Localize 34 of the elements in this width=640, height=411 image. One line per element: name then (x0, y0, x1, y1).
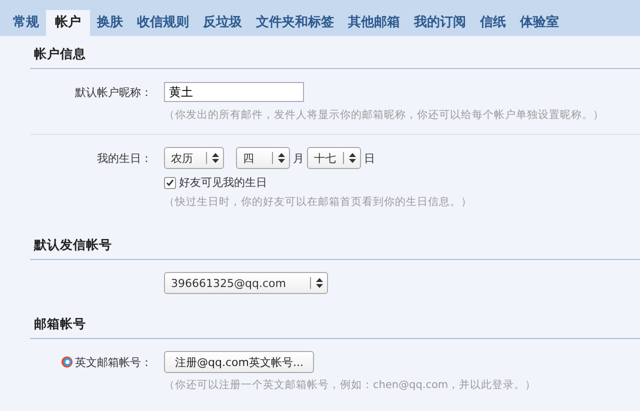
settings-tab[interactable]: 信纸 (473, 10, 513, 36)
section-heading: 默认发信帐号 (30, 233, 640, 260)
calendar-select[interactable]: 农历 (164, 147, 224, 169)
settings-tab[interactable]: 换肤 (90, 10, 130, 36)
updown-icon (278, 153, 285, 163)
unit-text: 日 (364, 150, 375, 166)
hint-text: （快过生日时，你的好友可以在邮箱首页看到你的生日信息。） (164, 195, 472, 209)
field-label: 英文邮箱帐号： (75, 354, 152, 370)
sender-select[interactable]: 396661325@qq.com (164, 272, 328, 294)
hint-text: （你发出的所有邮件，发件人将显示你的邮箱昵称，你还可以给每个帐户单独设置昵称。） (164, 108, 604, 122)
qq-icon (61, 356, 73, 368)
updown-icon (316, 278, 323, 288)
updown-icon (349, 153, 356, 163)
hint-text: （你还可以注册一个英文邮箱帐号，例如：chen@qq.com，并以此登录。） (164, 378, 536, 392)
register-button[interactable]: 注册@qq.com英文帐号... (164, 351, 314, 373)
day-select[interactable]: 十七 (307, 147, 361, 169)
settings-tab[interactable]: 体验室 (513, 10, 566, 36)
unit-text: 月 (293, 150, 304, 166)
section-heading: 邮箱帐号 (30, 312, 640, 339)
settings-tab[interactable]: 我的订阅 (407, 10, 473, 36)
month-select[interactable]: 四 (236, 147, 290, 169)
checkbox-label: 好友可见我的生日 (179, 175, 267, 190)
settings-tab[interactable]: 反垃圾 (196, 10, 249, 36)
settings-tab[interactable]: 文件夹和标签 (249, 10, 341, 36)
field-label: 我的生日： (96, 150, 152, 166)
nickname-field[interactable]: 黄土 (164, 82, 304, 102)
settings-tab[interactable]: 收信规则 (130, 10, 196, 36)
field-label: 默认帐户昵称： (74, 84, 152, 100)
checkbox[interactable] (164, 176, 176, 188)
settings-tab[interactable]: 常规 (6, 10, 46, 36)
section-heading: 帐户信息 (30, 42, 640, 69)
settings-tab[interactable]: 帐户 (46, 10, 90, 36)
updown-icon (212, 153, 219, 163)
settings-tab[interactable]: 其他邮箱 (341, 10, 407, 36)
